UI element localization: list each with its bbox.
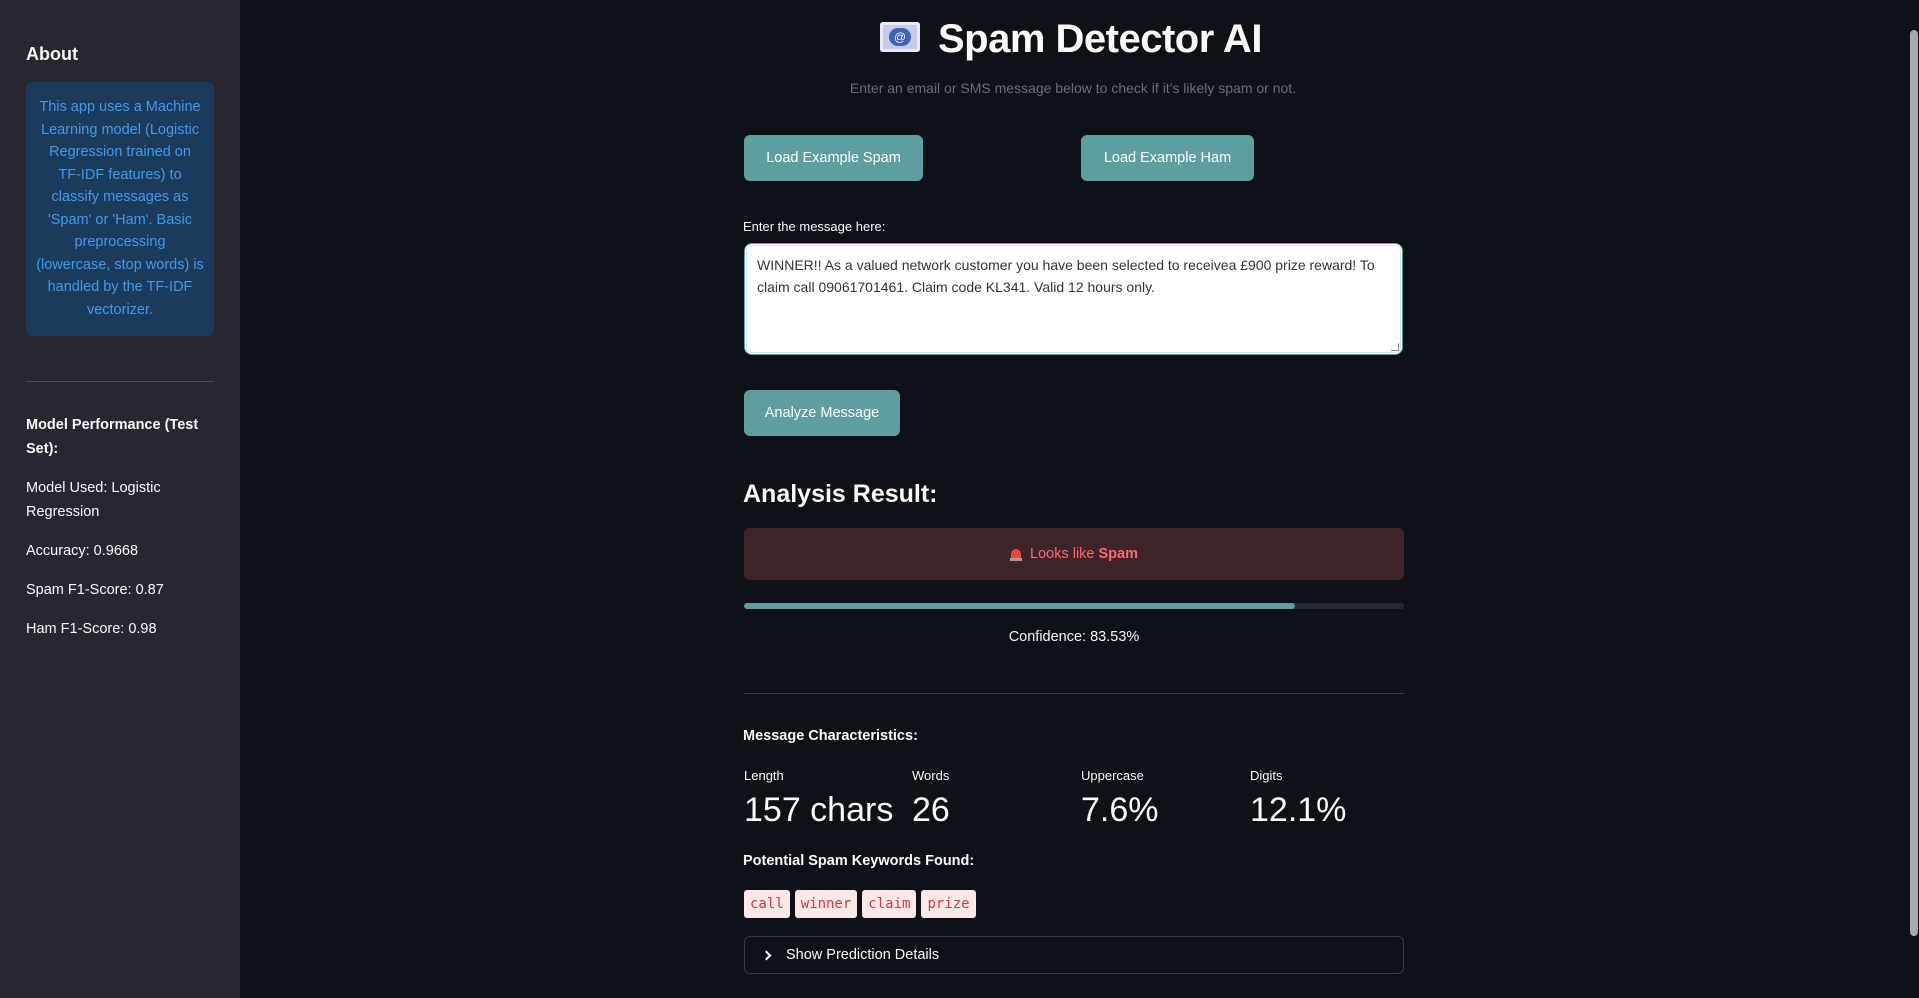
chevron-right-icon xyxy=(761,950,772,960)
result-verdict: Spam xyxy=(1098,546,1138,562)
confidence-text: Confidence: 83.53% xyxy=(1008,629,1140,645)
metric-label: Digits xyxy=(1250,768,1283,783)
sidebar-divider xyxy=(26,381,214,382)
analysis-result-heading: Analysis Result: xyxy=(743,480,938,508)
metric-label: Length xyxy=(744,768,784,783)
keyword-tag: winner xyxy=(794,890,858,918)
characteristics-heading: Message Characteristics: xyxy=(743,728,918,744)
message-text: WINNER!! As a valued network customer yo… xyxy=(757,257,1375,295)
metric-words: Words 26 xyxy=(912,768,950,830)
keywords-heading: Potential Spam Keywords Found: xyxy=(743,853,975,869)
sidebar: About This app uses a Machine Learning m… xyxy=(0,0,240,998)
spam-f1-text: Spam F1-Score: 0.87 xyxy=(26,582,164,598)
metric-length: Length 157 chars xyxy=(744,768,893,830)
prediction-details-expander[interactable]: Show Prediction Details xyxy=(744,936,1404,974)
metric-value: 157 chars xyxy=(744,791,894,829)
keyword-list: call winner claim prize xyxy=(744,890,976,918)
confidence-progress-fill xyxy=(744,603,1296,609)
accuracy-text: Accuracy: 0.9668 xyxy=(26,543,139,559)
scrollbar[interactable] xyxy=(1910,30,1918,936)
metric-digits: Digits 12.1% xyxy=(1250,768,1346,830)
load-example-spam-button[interactable]: Load Example Spam xyxy=(744,135,923,181)
ham-f1-text: Ham F1-Score: 0.98 xyxy=(26,621,157,637)
performance-heading: Model Performance (Test Set): xyxy=(26,417,199,457)
metric-label: Uppercase xyxy=(1081,768,1144,783)
keyword-tag: claim xyxy=(862,890,917,918)
metric-value: 7.6% xyxy=(1081,791,1159,829)
metric-value: 12.1% xyxy=(1250,791,1347,829)
model-used-text: Model Used: Logistic Regression xyxy=(26,480,161,520)
page-subtitle: Enter an email or SMS message below to c… xyxy=(849,80,1297,96)
resize-handle-icon[interactable] xyxy=(1391,343,1399,351)
result-prefix: Looks like xyxy=(1030,546,1095,562)
page-title-row: @ Spam Detector AI xyxy=(880,14,1262,64)
page-title: Spam Detector AI xyxy=(938,16,1262,61)
keyword-tag: prize xyxy=(921,890,976,918)
metric-uppercase: Uppercase 7.6% xyxy=(1081,768,1159,830)
metric-label: Words xyxy=(912,768,950,783)
about-heading: About xyxy=(26,44,78,64)
analyze-message-button[interactable]: Analyze Message xyxy=(744,390,900,436)
load-example-ham-button[interactable]: Load Example Ham xyxy=(1081,135,1254,181)
main-divider xyxy=(744,693,1404,694)
siren-icon xyxy=(1010,547,1022,561)
keyword-tag: call xyxy=(744,890,790,918)
metric-value: 26 xyxy=(912,791,950,829)
result-alert: Looks like Spam xyxy=(744,528,1404,580)
message-textarea[interactable]: WINNER!! As a valued network customer yo… xyxy=(744,243,1403,355)
message-input-label: Enter the message here: xyxy=(743,219,886,234)
expander-label: Show Prediction Details xyxy=(786,947,940,963)
confidence-progress-bar xyxy=(744,603,1404,609)
email-icon: @ xyxy=(880,22,920,52)
about-info-box: This app uses a Machine Learning model (… xyxy=(26,82,214,336)
